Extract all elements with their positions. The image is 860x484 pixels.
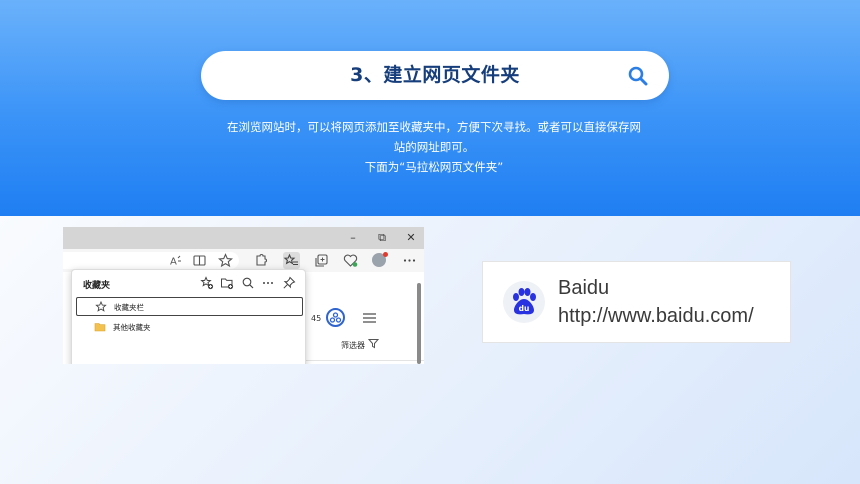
- search-icon[interactable]: [628, 66, 648, 86]
- search-favorites-icon[interactable]: [241, 276, 255, 290]
- description-line: 站的网址即可。: [393, 140, 475, 154]
- other-favorites-label: 其他收藏夹: [113, 323, 151, 332]
- page-content-area: 45 筛选器: [306, 272, 424, 364]
- filter-icon[interactable]: [368, 338, 379, 349]
- add-favorite-icon[interactable]: [217, 252, 234, 269]
- favorites-bar-item[interactable]: 收藏夹栏: [76, 297, 303, 316]
- filter-label[interactable]: 筛选器: [341, 340, 365, 351]
- browser-titlebar: – ⧉ ✕: [63, 227, 424, 249]
- other-favorites-item[interactable]: 其他收藏夹: [76, 318, 303, 337]
- more-options-icon[interactable]: [261, 276, 275, 290]
- collections-icon[interactable]: [313, 252, 330, 269]
- favorites-panel: 收藏夹 收藏夹栏 其他收藏夹: [71, 269, 306, 364]
- favorites-icon[interactable]: [283, 252, 300, 269]
- divider: [306, 360, 424, 361]
- result-count: 45: [311, 314, 322, 323]
- menu-icon[interactable]: [362, 312, 377, 324]
- site-url[interactable]: http://www.baidu.com/: [558, 305, 754, 328]
- minimize-button[interactable]: –: [339, 227, 367, 249]
- description-line: 下面为“马拉松网页文件夹”: [364, 160, 504, 174]
- restore-button[interactable]: ⧉: [368, 227, 396, 249]
- baidu-bookmark-card[interactable]: du Baidu http://www.baidu.com/: [482, 261, 791, 343]
- reader-view-icon[interactable]: [191, 252, 208, 269]
- extensions-icon[interactable]: [252, 252, 269, 269]
- scrollbar[interactable]: [417, 283, 421, 364]
- close-button[interactable]: ✕: [397, 227, 424, 249]
- header-banner: 3、建立网页文件夹 在浏览网站时，可以将网页添加至收藏夹中，方便下次寻找。或者可…: [0, 0, 860, 216]
- favorites-header: 收藏夹: [83, 281, 111, 291]
- description-line: 在浏览网站时，可以将网页添加至收藏夹中，方便下次寻找。或者可以直接保存网: [227, 120, 641, 134]
- more-options-icon[interactable]: [401, 252, 418, 269]
- browser-screenshot: – ⧉ ✕ A 45 筛选器 收藏夹 收藏夹栏 其他收藏夹: [63, 227, 424, 364]
- title-search-pill[interactable]: 3、建立网页文件夹: [201, 51, 669, 100]
- folder-icon: [94, 323, 106, 332]
- description: 在浏览网站时，可以将网页添加至收藏夹中，方便下次寻找。或者可以直接保存网 站的网…: [200, 117, 668, 177]
- baidu-logo: du: [503, 281, 545, 323]
- svg-text:A: A: [170, 257, 177, 268]
- page-title: 3、建立网页文件夹: [350, 64, 520, 86]
- browser-essentials-icon[interactable]: [342, 252, 359, 269]
- add-folder-icon[interactable]: [220, 276, 234, 290]
- add-to-favorites-icon[interactable]: [200, 276, 214, 290]
- notification-dot: [383, 252, 388, 257]
- favorites-bar-label: 收藏夹栏: [114, 303, 144, 312]
- star-icon: [95, 301, 107, 312]
- pin-icon[interactable]: [282, 276, 296, 290]
- svg-text:du: du: [519, 304, 530, 313]
- address-bar[interactable]: [63, 252, 239, 269]
- badge-icon[interactable]: [326, 308, 345, 327]
- baidu-paw-icon: du: [513, 288, 536, 315]
- site-name: Baidu: [558, 277, 610, 299]
- read-aloud-icon[interactable]: A: [167, 252, 184, 269]
